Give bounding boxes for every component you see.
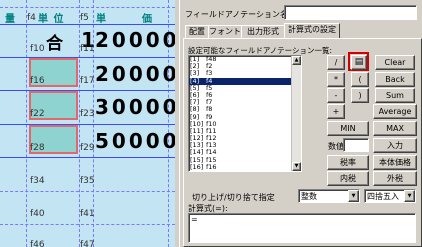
close-paren-button[interactable]: ) bbox=[351, 88, 369, 103]
field-list-item-index: [16] bbox=[190, 162, 204, 171]
tab-layout[interactable]: 配置 bbox=[185, 25, 209, 38]
amount-value[interactable]: 20000 bbox=[95, 28, 175, 52]
field-name-input[interactable] bbox=[284, 5, 417, 20]
scroll-up-icon[interactable]: ▲ bbox=[292, 56, 301, 65]
grid-line bbox=[0, 57, 175, 58]
input-button[interactable]: 入力 bbox=[373, 138, 417, 153]
field-id: f29 bbox=[80, 143, 95, 153]
header-price-b: 価 bbox=[142, 14, 152, 25]
amount-value[interactable]: 30000 bbox=[95, 95, 175, 119]
field-id: f35 bbox=[80, 176, 95, 186]
grid-line bbox=[0, 90, 175, 91]
form-grid: 量 f4 単 位 f5 単 価 合 f10 1 f11 20000 f16 f1… bbox=[0, 0, 175, 247]
grid-line bbox=[0, 191, 175, 192]
minus-button[interactable]: - bbox=[327, 88, 345, 103]
field-id: f41 bbox=[80, 209, 95, 219]
amount-value[interactable]: 50000 bbox=[95, 129, 175, 153]
field-id: f28 bbox=[30, 143, 45, 153]
grid-line bbox=[0, 7, 175, 8]
header-quantity: 量 bbox=[5, 14, 15, 25]
field-reference-icon[interactable]: ▤ bbox=[351, 55, 367, 70]
rounding-method-select[interactable]: 四捨五入 ▼ bbox=[364, 189, 416, 203]
grid-line bbox=[0, 124, 175, 125]
rounding-label: 切り上げ/切り捨て指定 bbox=[192, 193, 275, 202]
sum-button[interactable]: Sum bbox=[375, 88, 415, 103]
chevron-down-icon[interactable]: ▼ bbox=[348, 190, 359, 202]
header-unit: 単 位 bbox=[38, 14, 65, 25]
field-id: f5 bbox=[80, 13, 89, 23]
field-id: f34 bbox=[30, 176, 45, 186]
field-id: f4 bbox=[27, 13, 36, 23]
header-price-a: 単 bbox=[96, 14, 106, 25]
field-id: f40 bbox=[30, 209, 45, 219]
grid-line bbox=[0, 224, 175, 225]
tax-rate-button[interactable]: 税率 bbox=[327, 155, 369, 170]
field-list-item[interactable]: [16] f16 bbox=[189, 162, 301, 171]
number-label: 数値 bbox=[328, 142, 344, 151]
field-id: f46 bbox=[30, 240, 45, 247]
formula-text: = bbox=[191, 215, 198, 224]
multiply-button[interactable]: * bbox=[327, 72, 345, 87]
field-list-body: [1] f48 [2] f2 [3] f3 [4] f4 [5] f5 [6] f6 [7] f7 [8] f… bbox=[189, 56, 301, 171]
grid-line bbox=[0, 157, 175, 158]
list-scrollbar[interactable]: ▲ ▼ bbox=[291, 56, 301, 171]
divide-button[interactable]: / bbox=[327, 55, 345, 70]
rounding-type-value: 整数 bbox=[301, 192, 317, 201]
tax-inclusive-button[interactable]: 内税 bbox=[327, 171, 369, 186]
open-paren-button[interactable]: ( bbox=[351, 72, 369, 87]
tax-exclusive-button[interactable]: 外税 bbox=[373, 171, 417, 186]
back-button[interactable]: Back bbox=[375, 72, 415, 87]
plus-button[interactable]: + bbox=[327, 104, 345, 119]
amount-value[interactable]: 20000 bbox=[95, 62, 175, 86]
clear-button[interactable]: Clear bbox=[375, 55, 415, 70]
min-button[interactable]: MIN bbox=[327, 121, 369, 136]
max-button[interactable]: MAX bbox=[373, 121, 417, 136]
annotation-panel: フィールドアノテーション名: 配置 フォント 出力形式 計算式の設定 設定可能な… bbox=[179, 0, 422, 247]
tab-output-format[interactable]: 出力形式 bbox=[241, 25, 285, 38]
chevron-down-icon[interactable]: ▼ bbox=[404, 190, 415, 202]
tab-font[interactable]: フォント bbox=[208, 25, 242, 38]
field-list[interactable]: [1] f48 [2] f2 [3] f3 [4] f4 [5] f5 [6] f6 [7] f7 [8] f… bbox=[188, 55, 302, 172]
tab-formula-settings[interactable]: 計算式の設定 bbox=[284, 23, 340, 38]
field-id: f11 bbox=[80, 44, 95, 54]
rounding-type-select[interactable]: 整数 ▼ bbox=[298, 189, 360, 203]
field-id: f23 bbox=[80, 109, 95, 119]
scroll-down-icon[interactable]: ▼ bbox=[292, 162, 301, 171]
field-id: f16 bbox=[30, 76, 45, 86]
field-id: f10 bbox=[30, 44, 45, 54]
field-id: f47 bbox=[80, 240, 95, 247]
unit-value[interactable]: 合 bbox=[46, 29, 66, 54]
number-input[interactable] bbox=[343, 138, 369, 152]
field-id: f17 bbox=[80, 76, 95, 86]
rounding-method-value: 四捨五入 bbox=[367, 192, 399, 201]
average-button[interactable]: Average bbox=[373, 104, 417, 119]
formula-textarea[interactable]: = bbox=[188, 213, 416, 243]
base-price-button[interactable]: 本体価格 bbox=[373, 155, 417, 170]
field-id: f22 bbox=[30, 109, 45, 119]
field-list-item-name: f16 bbox=[206, 162, 217, 171]
field-name-label: フィールドアノテーション名: bbox=[185, 10, 291, 19]
